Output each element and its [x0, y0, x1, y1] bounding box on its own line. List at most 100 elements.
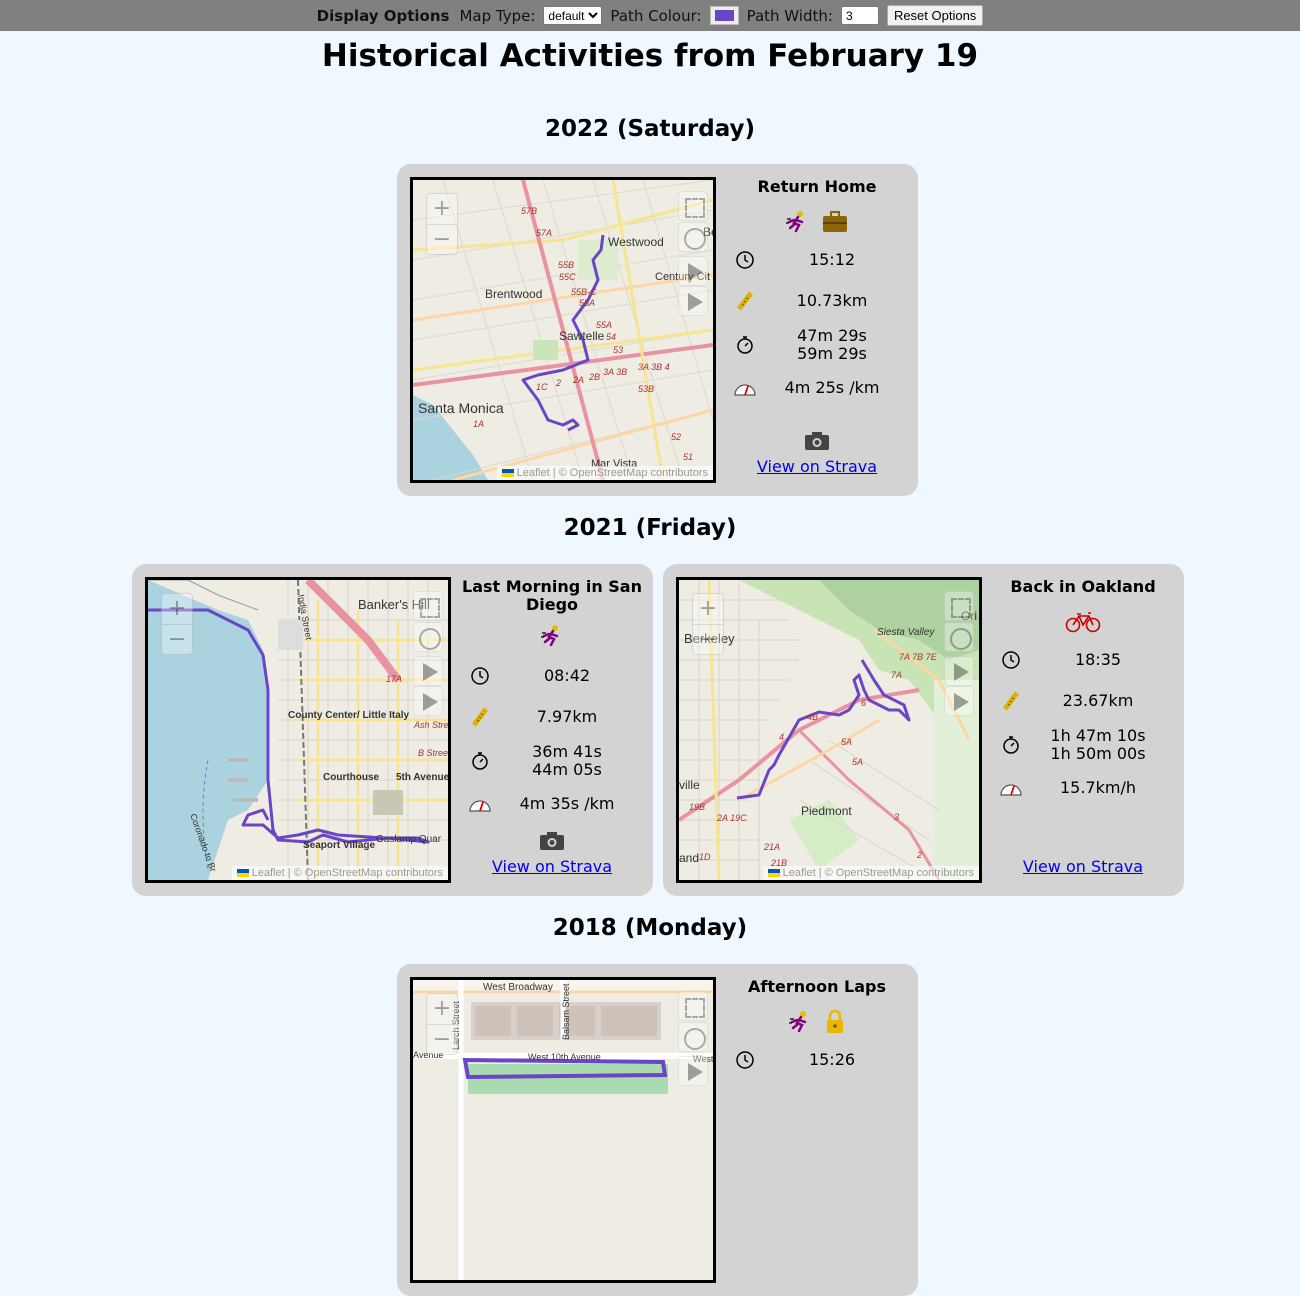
duration-row: 47m 29s 59m 29s	[727, 327, 907, 363]
svg-text:2: 2	[916, 850, 922, 860]
map-label: West 10th Avenue	[528, 1052, 601, 1062]
activity-title: Last Morning in San Diego	[462, 577, 642, 614]
elapsed-time: 59m 29s	[797, 344, 867, 363]
map-label: Sawtelle	[559, 329, 605, 343]
leaflet-link[interactable]: Leaflet	[517, 467, 550, 479]
fullscreen-button[interactable]	[413, 591, 443, 621]
pace: 4m 25s /km	[784, 378, 880, 397]
zoom-in-button[interactable]: +	[427, 194, 457, 224]
osm-link[interactable]: OpenStreetMap	[305, 867, 383, 879]
map-type-select[interactable]: default	[543, 6, 603, 25]
view-on-strava-link[interactable]: View on Strava	[462, 857, 642, 876]
duration-row: 36m 41s 44m 05s	[462, 743, 642, 779]
zoom-in-button[interactable]: +	[427, 994, 457, 1024]
activity-map[interactable]: West Broadway Larch Street Balsam Street…	[410, 977, 716, 1283]
stopwatch-icon	[468, 749, 492, 773]
attribution-separator: | ©	[818, 867, 833, 879]
svg-text:3: 3	[894, 812, 899, 822]
svg-text:53B: 53B	[638, 384, 654, 394]
camera-icon[interactable]	[727, 431, 907, 453]
svg-text:2A 19C: 2A 19C	[716, 813, 747, 823]
play-animation-button[interactable]	[413, 656, 443, 686]
map-attribution: Leaflet | © OpenStreetMap contributors	[762, 866, 979, 880]
fullscreen-button[interactable]	[678, 991, 708, 1021]
start-time: 08:42	[543, 666, 591, 685]
svg-text:1C: 1C	[536, 382, 548, 392]
osm-link[interactable]: OpenStreetMap	[836, 867, 914, 879]
play-animation-fast-button[interactable]	[944, 686, 974, 716]
svg-text:55B-C: 55B-C	[571, 287, 597, 297]
play-animation-button[interactable]	[678, 1056, 708, 1086]
zoom-out-button[interactable]: −	[427, 224, 457, 254]
svg-text:53: 53	[613, 345, 623, 355]
svg-text:21A: 21A	[763, 842, 780, 852]
moving-time: 1h 47m 10s	[1050, 726, 1146, 745]
leaflet-link[interactable]: Leaflet	[783, 867, 816, 879]
camera-icon[interactable]	[462, 831, 642, 853]
play-animation-fast-button[interactable]	[678, 286, 708, 316]
ruler-icon	[468, 705, 492, 729]
svg-text:7A 7B 7E: 7A 7B 7E	[899, 652, 938, 662]
svg-text:B Stree: B Stree	[418, 748, 448, 758]
clock-icon	[733, 1048, 757, 1072]
zoom-out-button[interactable]: −	[162, 624, 192, 654]
svg-text:3A 3B 4: 3A 3B 4	[638, 362, 670, 372]
elapsed-time: 44m 05s	[532, 760, 602, 779]
zoom-in-button[interactable]: +	[162, 594, 192, 624]
zoom-out-button[interactable]: −	[427, 1024, 457, 1054]
path-colour-picker[interactable]	[709, 6, 739, 25]
map-tiles: Banker's Hill County Center/ Little Ital…	[148, 580, 448, 880]
activity-map[interactable]: Berkeley Siesta Valley Piedmont ville an…	[676, 577, 982, 883]
activity-map[interactable]: Banker's Hill County Center/ Little Ital…	[145, 577, 451, 883]
fullscreen-button[interactable]	[678, 191, 708, 221]
activity-type-icons	[727, 1010, 907, 1034]
attribution-separator: | ©	[552, 467, 567, 479]
distance-row: 23.67km	[993, 689, 1173, 713]
zoom-in-button[interactable]: +	[693, 594, 723, 624]
map-label: 5th Avenue	[396, 772, 448, 783]
display-options-heading: Display Options	[316, 6, 450, 25]
svg-text:52: 52	[671, 432, 681, 442]
svg-text:6: 6	[861, 698, 866, 708]
speedometer-icon	[999, 776, 1023, 800]
map-label: Balsam Street	[561, 983, 571, 1040]
activity-info: Afternoon Laps 15:26	[727, 978, 907, 1288]
view-on-strava-link[interactable]: View on Strava	[993, 857, 1173, 876]
fullscreen-button[interactable]	[944, 591, 974, 621]
attribution-tail: contributors	[916, 867, 974, 879]
activity-map[interactable]: Westwood Century Cit Brentwood Sawtelle …	[410, 177, 716, 483]
speedometer-icon	[468, 792, 492, 816]
osm-link[interactable]: OpenStreetMap	[570, 467, 648, 479]
zoom-out-button[interactable]: −	[693, 624, 723, 654]
leaflet-link[interactable]: Leaflet	[252, 867, 285, 879]
play-animation-button[interactable]	[678, 256, 708, 286]
locate-button[interactable]	[413, 622, 443, 652]
distance: 10.73km	[796, 291, 868, 310]
locate-button[interactable]	[678, 222, 708, 252]
play-animation-fast-button[interactable]	[413, 686, 443, 716]
ukraine-flag-icon	[501, 469, 514, 478]
attribution-tail: contributors	[650, 467, 708, 479]
start-time-row: 15:12	[727, 248, 907, 272]
path-width-input[interactable]	[840, 6, 879, 25]
svg-text:55B: 55B	[558, 260, 574, 270]
start-time-row: 18:35	[993, 648, 1173, 672]
reset-options-button[interactable]: Reset Options	[886, 5, 984, 26]
svg-text:51: 51	[683, 452, 693, 462]
activity-type-icons	[462, 624, 642, 648]
map-tiles: Westwood Century Cit Brentwood Sawtelle …	[413, 180, 713, 480]
start-time-row: 15:26	[727, 1048, 907, 1072]
svg-text:55A: 55A	[596, 320, 612, 330]
clock-icon	[999, 648, 1023, 672]
distance-row: 10.73km	[727, 289, 907, 313]
display-options-bar: Display Options Map Type: default Path C…	[0, 0, 1300, 31]
distance: 23.67km	[1062, 691, 1134, 710]
zoom-control: + −	[692, 593, 724, 655]
year-heading-2021: 2021 (Friday)	[563, 515, 737, 541]
locate-button[interactable]	[944, 622, 974, 652]
play-animation-button[interactable]	[944, 656, 974, 686]
map-label: Courthouse	[323, 772, 380, 783]
locate-button[interactable]	[678, 1022, 708, 1052]
view-on-strava-link[interactable]: View on Strava	[727, 457, 907, 476]
ukraine-flag-icon	[236, 869, 249, 878]
